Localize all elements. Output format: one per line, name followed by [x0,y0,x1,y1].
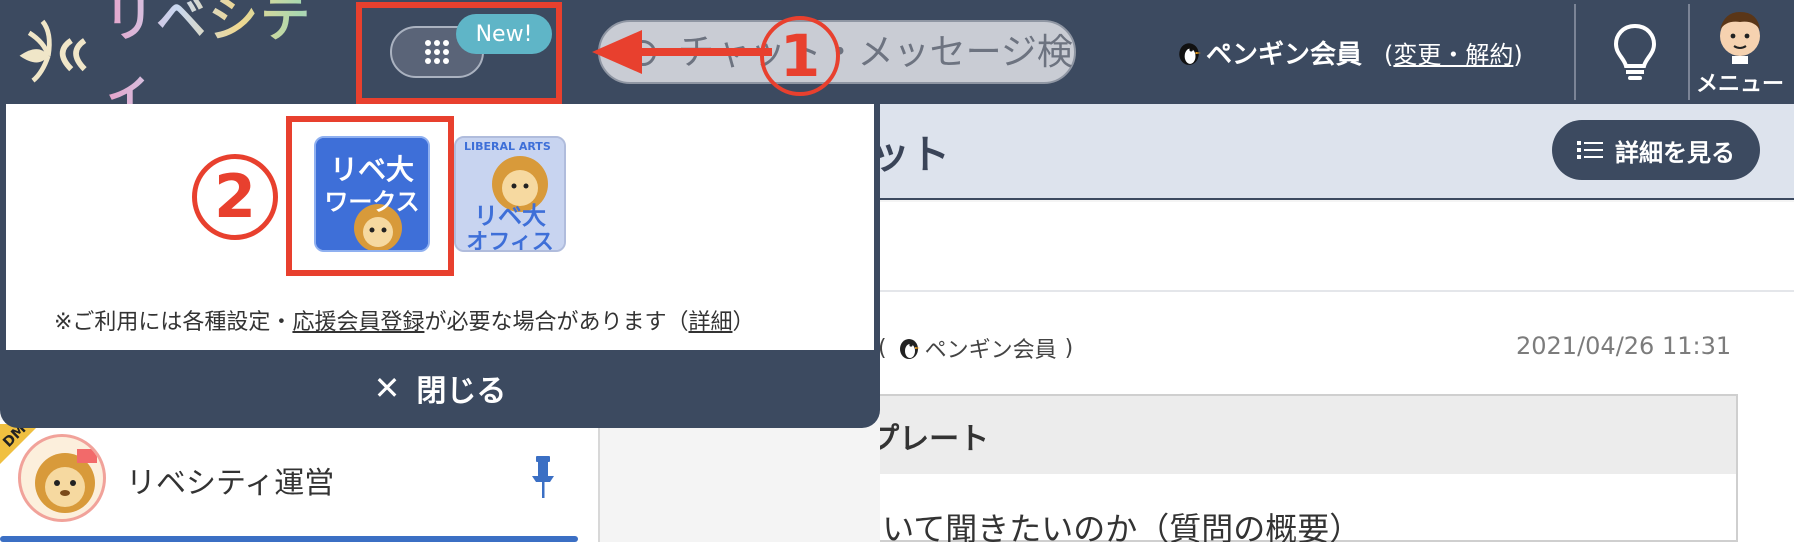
change-paren-open: ( [1384,41,1394,69]
change-cancel-wrapper: (変更・解約) [1384,35,1523,70]
pin-icon[interactable] [528,454,558,500]
menu-button[interactable]: メニュー [1686,6,1794,102]
launcher-note: ※ご利用には各種設定・応援会員登録が必要な場合があります（詳細） [54,304,755,336]
annotation-highlight-libe-works [286,116,454,276]
divider [880,290,1794,292]
close-icon: ✕ [373,369,401,407]
view-details-button[interactable]: 詳細を見る [1552,120,1760,180]
annotation-step-two: 2 [192,154,278,240]
supporter-registration-link[interactable]: 応援会員登録 [292,310,424,335]
penguin-icon [1179,42,1201,65]
room-avatar[interactable] [18,434,106,522]
close-label: 閉じる [416,374,507,409]
note-middle: が必要な場合があります（ [424,310,689,335]
close-launcher-button[interactable]: ✕ 閉じる [0,356,880,420]
details-link[interactable]: 詳細 [688,310,732,335]
post-author-name: ペンギン会員 [924,338,1057,363]
lightbulb-icon[interactable] [1612,22,1658,82]
member-status: ペンギン会員 (変更・解約) [1176,34,1523,71]
user-avatar-icon [1720,12,1760,64]
change-cancel-link[interactable]: 変更・解約 [1393,41,1513,69]
annotation-step-one: 1 [760,16,840,96]
member-plan-name: ペンギン会員 [1206,40,1363,70]
site-logo[interactable]: リベシティ [10,0,350,120]
note-suffix: ） [732,310,755,335]
room-name[interactable]: リベシティ運営 [126,458,334,502]
annotation-highlight-launcher [356,2,562,104]
post-author: ( ペンギン会員 ) [878,332,1073,364]
list-icon [1577,141,1603,159]
annotation-step-two-number: 2 [214,162,256,232]
author-paren-close: ) [1064,335,1074,361]
libe-office-line2: オフィス [466,230,554,252]
penguin-icon [899,339,920,359]
liberal-arts-text: LIBERAL ARTS [464,140,551,153]
app-tile-libe-office[interactable]: LIBERAL ARTS リベ大 オフィス [454,136,566,252]
view-details-label: 詳細を見る [1615,138,1735,167]
change-paren-close: ) [1513,41,1523,69]
chat-title: ット [870,132,950,178]
annotation-arrow-icon [592,30,772,74]
menu-label: メニュー [1695,72,1784,97]
active-room-indicator [0,536,578,542]
divider [1574,4,1576,100]
post-timestamp: 2021/04/26 11:31 [1516,332,1732,360]
note-prefix: ※ご利用には各種設定・ [54,310,293,335]
logo-mark-icon [19,19,87,83]
